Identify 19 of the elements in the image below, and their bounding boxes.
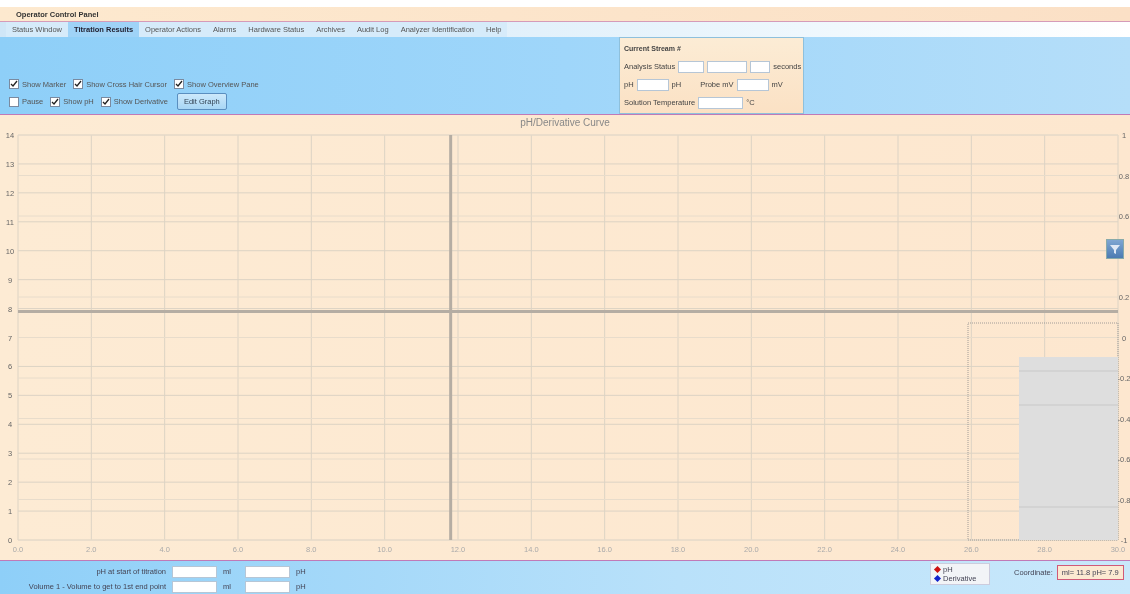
input-field[interactable] xyxy=(736,78,769,91)
checkbox[interactable] xyxy=(174,79,185,89)
checkbox[interactable] xyxy=(100,96,111,107)
input-field[interactable] xyxy=(698,96,744,109)
input-field[interactable] xyxy=(172,580,217,593)
input-field[interactable] xyxy=(636,78,669,91)
funnel-icon xyxy=(1108,242,1122,256)
checkbox[interactable] xyxy=(50,96,61,107)
input-field[interactable] xyxy=(172,565,217,578)
input-field[interactable] xyxy=(707,60,748,73)
zoom-button[interactable] xyxy=(1106,239,1124,259)
checkbox[interactable] xyxy=(9,79,19,89)
input-field[interactable] xyxy=(750,60,771,73)
checkbox[interactable] xyxy=(9,96,19,107)
input-field[interactable] xyxy=(245,580,290,593)
checkbox[interactable] xyxy=(73,79,84,89)
input-field[interactable] xyxy=(245,565,290,578)
input-field[interactable] xyxy=(678,60,705,73)
chart-title: pH/Derivative Curve xyxy=(520,117,610,128)
